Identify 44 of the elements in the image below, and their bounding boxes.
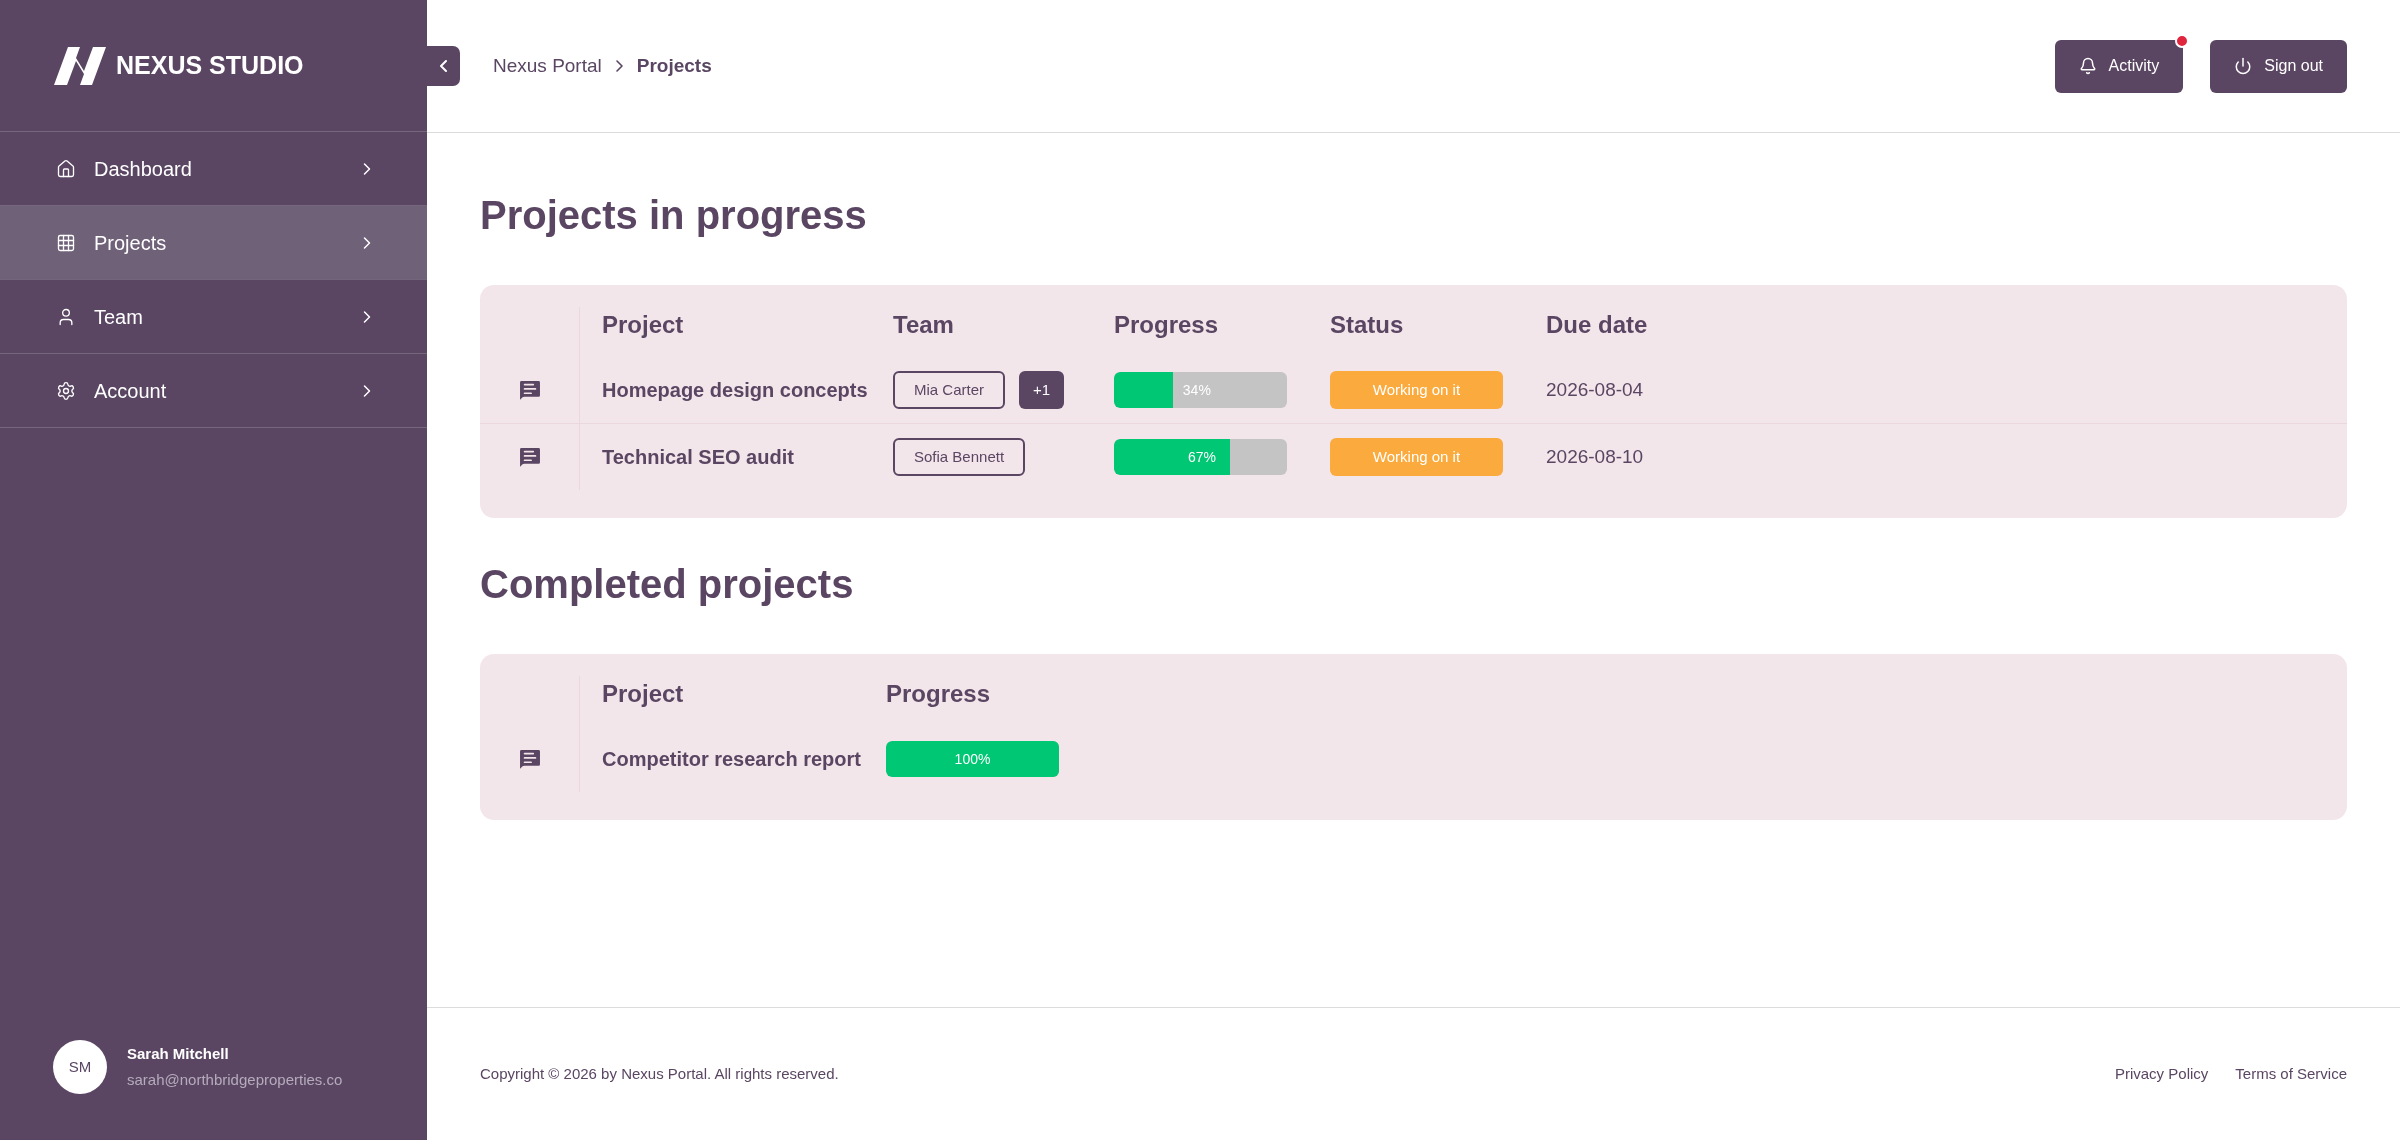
status-badge: Working on it xyxy=(1330,438,1503,476)
user-email: sarah@northbridgeproperties.co xyxy=(127,1070,343,1090)
grid-icon xyxy=(56,232,76,253)
progress-reading: 67% xyxy=(1187,449,1216,465)
footer-link[interactable]: Privacy Policy xyxy=(2114,1062,2209,1086)
project-name: Competitor research report xyxy=(601,747,862,772)
home-icon xyxy=(56,158,76,179)
member-tag: Sofia Bennett xyxy=(893,438,1026,476)
sidebar-item[interactable]: Team xyxy=(0,280,427,354)
user-name: Sarah Mitchell xyxy=(127,1043,230,1064)
logo-icon xyxy=(54,46,106,85)
due-date: 2026-08-04 xyxy=(1546,377,1644,402)
column-header: Progress xyxy=(886,679,992,709)
project-name: Technical SEO audit xyxy=(601,445,795,470)
chevron-left-icon xyxy=(440,60,447,72)
due-date: 2026-08-10 xyxy=(1546,444,1644,469)
column-header: Due date xyxy=(1546,310,1649,340)
column-header: Status xyxy=(1330,310,1405,340)
footer-link[interactable]: Terms of Service xyxy=(2235,1062,2347,1086)
column-header: Project xyxy=(601,679,685,709)
collapse-button[interactable] xyxy=(427,46,460,86)
brand-name: NEXUS STUDIO xyxy=(116,49,304,81)
section-title: Projects in progress xyxy=(480,192,868,239)
breadcrumb-separator-icon xyxy=(615,60,623,72)
section-title: Completed projects xyxy=(480,561,855,608)
member-tag: Mia Carter xyxy=(893,371,1005,409)
breadcrumb-item: Projects xyxy=(636,53,712,78)
column-header: Progress xyxy=(1114,310,1220,340)
progress-reading: 34% xyxy=(1182,382,1211,398)
settings-icon xyxy=(56,380,76,401)
sign-out-button[interactable]: Sign out xyxy=(2210,39,2347,93)
power-icon xyxy=(2234,57,2253,75)
bell-icon xyxy=(2078,57,2097,75)
sidebar-item[interactable]: Projects xyxy=(0,206,427,280)
copyright-text: Copyright © 2026 by Nexus Portal. All rights reserved. xyxy=(480,1063,839,1084)
avatar: SM xyxy=(53,1040,107,1094)
status-badge: Working on it xyxy=(1330,371,1503,409)
breadcrumb-item[interactable]: Nexus Portal xyxy=(493,51,602,81)
project-name: Homepage design concepts xyxy=(601,378,869,403)
more-members-badge[interactable]: +1 xyxy=(1019,371,1065,409)
column-header: Team xyxy=(893,310,955,340)
sidebar-item[interactable]: Account xyxy=(0,354,427,428)
column-header: Project xyxy=(601,310,685,340)
progress-reading: 100% xyxy=(954,751,991,767)
